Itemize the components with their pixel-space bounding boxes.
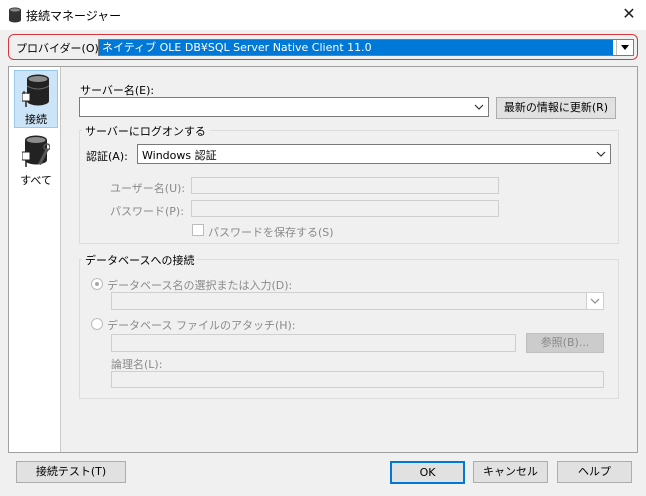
chevron-down-icon[interactable] <box>595 148 607 160</box>
username-field[interactable] <box>191 177 499 194</box>
auth-select[interactable]: Windows 認証 <box>137 144 611 164</box>
select-database-label: データベース名の選択または入力(D): <box>107 279 293 292</box>
logon-group-title: サーバーにログオンする <box>82 123 209 139</box>
database-group-title: データベースへの接続 <box>82 252 198 268</box>
logical-name-field[interactable] <box>111 371 604 388</box>
refresh-button[interactable]: 最新の情報に更新(R) <box>496 97 616 119</box>
chevron-down-icon[interactable] <box>616 40 633 55</box>
auth-value[interactable]: Windows 認証 <box>142 149 217 162</box>
ok-button[interactable]: OK <box>390 461 465 484</box>
username-label: ユーザー名(U): <box>110 182 186 195</box>
select-database-radio[interactable] <box>91 278 103 290</box>
database-plug-icon <box>21 73 50 109</box>
window-title: 接続マネージャー <box>26 9 122 23</box>
save-password-label: パスワードを保存する(S) <box>208 226 334 239</box>
provider-label: プロバイダー(O): <box>16 42 103 55</box>
test-connection-button[interactable]: 接続テスト(T) <box>16 461 126 483</box>
attach-file-field[interactable] <box>111 334 516 352</box>
password-field[interactable] <box>191 200 499 217</box>
attach-database-label: データベース ファイルのアタッチ(H): <box>107 319 296 332</box>
browse-button[interactable]: 参照(B)... <box>526 333 604 353</box>
sidebar-item-label: 接続 <box>25 113 47 126</box>
sidebar-item-label: すべて <box>20 174 52 187</box>
logical-name-label: 論理名(L): <box>111 358 163 371</box>
database-icon <box>8 7 22 23</box>
save-password-checkbox[interactable] <box>192 224 204 236</box>
help-button[interactable]: ヘルプ <box>557 461 632 483</box>
server-name-combo[interactable] <box>79 97 489 117</box>
database-wrench-icon <box>21 134 51 170</box>
chevron-down-icon[interactable] <box>473 101 485 113</box>
attach-database-radio[interactable] <box>91 318 103 330</box>
close-button[interactable]: ✕ <box>618 3 640 25</box>
database-name-combo[interactable] <box>111 292 604 310</box>
cancel-button[interactable]: キャンセル <box>473 461 548 483</box>
auth-label: 認証(A): <box>86 150 128 163</box>
server-name-label: サーバー名(E): <box>80 84 155 97</box>
provider-value[interactable]: ネイティブ OLE DB¥SQL Server Native Client 11… <box>99 40 613 55</box>
chevron-down-icon[interactable] <box>589 295 601 307</box>
password-label: パスワード(P): <box>110 205 184 218</box>
